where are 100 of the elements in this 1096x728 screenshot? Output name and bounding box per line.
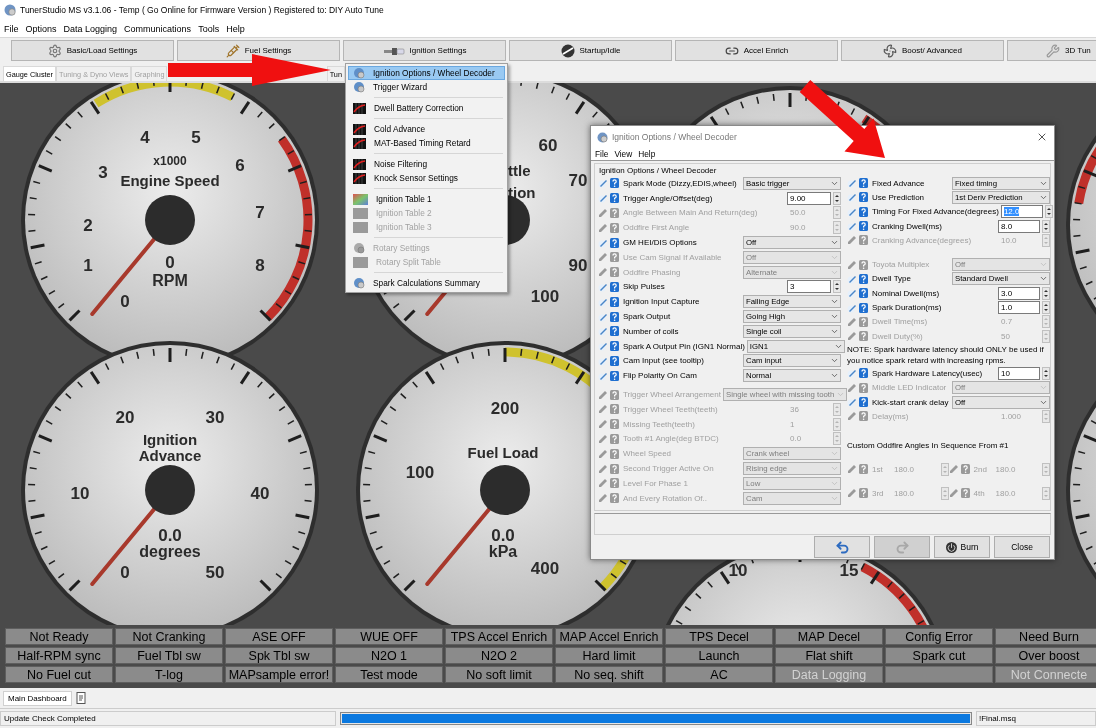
menu-item[interactable]: Spark Calculations Summary xyxy=(348,276,505,290)
close-icon[interactable] xyxy=(1036,131,1048,143)
help-icon[interactable] xyxy=(859,206,868,217)
help-icon[interactable] xyxy=(859,464,868,475)
help-icon[interactable] xyxy=(859,221,868,232)
help-icon[interactable] xyxy=(610,326,619,337)
edit-icon[interactable] xyxy=(598,252,608,263)
help-icon[interactable] xyxy=(610,341,619,352)
help-icon[interactable] xyxy=(859,397,868,407)
edit-icon[interactable] xyxy=(847,192,857,203)
help-icon[interactable] xyxy=(859,273,868,284)
edit-icon[interactable] xyxy=(598,178,608,189)
help-icon[interactable] xyxy=(859,488,868,499)
menu-item[interactable]: Cold Advance xyxy=(348,122,505,136)
edit-icon[interactable] xyxy=(598,341,608,352)
help-icon[interactable] xyxy=(610,252,619,263)
menu-item[interactable]: Help xyxy=(225,22,246,35)
spinner-control[interactable] xyxy=(1042,366,1050,380)
menu-item[interactable]: View xyxy=(613,148,634,160)
edit-icon[interactable] xyxy=(948,464,959,475)
spinner-control[interactable] xyxy=(833,280,841,294)
help-icon[interactable] xyxy=(859,411,868,422)
edit-icon[interactable] xyxy=(598,222,608,233)
toolbar-button[interactable]: Basic/Load Settings xyxy=(11,40,174,61)
edit-icon[interactable] xyxy=(598,478,608,489)
edit-icon[interactable] xyxy=(598,311,608,322)
edit-icon[interactable] xyxy=(948,488,959,499)
edit-icon[interactable] xyxy=(598,370,608,381)
menu-item[interactable]: Ignition Options / Wheel Decoder xyxy=(348,66,505,80)
menu-item[interactable]: Options xyxy=(24,22,58,35)
undo-button[interactable] xyxy=(814,536,870,558)
help-icon[interactable] xyxy=(859,382,868,393)
tab[interactable]: Main Dashboard xyxy=(3,690,72,706)
edit-icon[interactable] xyxy=(598,267,608,278)
help-icon[interactable] xyxy=(859,288,868,299)
edit-icon[interactable] xyxy=(847,259,857,270)
menu-item[interactable]: Ignition Table 1 xyxy=(348,192,505,206)
edit-icon[interactable] xyxy=(598,389,608,400)
number-field[interactable]: 8.0 xyxy=(998,219,1040,233)
help-icon[interactable] xyxy=(610,267,619,278)
help-icon[interactable] xyxy=(610,222,619,233)
help-icon[interactable] xyxy=(610,478,619,489)
burn-button[interactable]: Burn xyxy=(934,536,990,558)
toolbar-button[interactable]: Ignition Settings xyxy=(343,40,506,61)
toolbar-button[interactable]: Boost/ Advanced xyxy=(841,40,1004,61)
help-icon[interactable] xyxy=(859,302,868,313)
number-field[interactable]: 3.0 xyxy=(998,286,1040,300)
number-field[interactable]: 1.0 xyxy=(998,301,1040,314)
edit-icon[interactable] xyxy=(847,331,857,342)
menu-item[interactable]: Dwell Battery Correction xyxy=(348,101,505,115)
toolbar-button[interactable]: Fuel Settings xyxy=(177,40,340,61)
spinner-control[interactable] xyxy=(1044,205,1053,219)
help-icon[interactable] xyxy=(610,463,619,474)
menu-item[interactable]: Trigger Wizard xyxy=(348,80,505,94)
edit-icon[interactable] xyxy=(598,493,608,504)
toolbar-button[interactable]: 3D Tun xyxy=(1007,40,1096,61)
help-icon[interactable] xyxy=(859,368,868,379)
edit-icon[interactable] xyxy=(598,404,608,415)
edit-icon[interactable] xyxy=(598,463,608,474)
menu-item[interactable]: File xyxy=(594,148,610,160)
edit-icon[interactable] xyxy=(598,448,608,459)
edit-icon[interactable] xyxy=(598,355,608,366)
document-icon[interactable] xyxy=(75,692,87,704)
edit-icon[interactable] xyxy=(847,397,857,407)
number-field[interactable]: 3 xyxy=(787,280,831,294)
help-icon[interactable] xyxy=(610,281,619,292)
toolbar-button[interactable]: Startup/Idle xyxy=(509,40,672,61)
edit-icon[interactable] xyxy=(598,296,608,307)
help-icon[interactable] xyxy=(859,259,868,270)
edit-icon[interactable] xyxy=(847,273,857,284)
edit-icon[interactable] xyxy=(847,221,857,232)
menu-item[interactable]: Noise Filtering xyxy=(348,157,505,171)
help-icon[interactable] xyxy=(610,404,619,415)
spinner-control[interactable] xyxy=(833,191,841,205)
help-icon[interactable] xyxy=(960,488,970,499)
help-icon[interactable] xyxy=(610,448,619,459)
edit-icon[interactable] xyxy=(847,368,857,379)
number-field[interactable]: 10 xyxy=(998,366,1040,380)
edit-icon[interactable] xyxy=(598,433,608,444)
menu-item[interactable]: Tools xyxy=(197,22,221,35)
help-icon[interactable] xyxy=(610,178,619,189)
edit-icon[interactable] xyxy=(598,326,608,337)
help-icon[interactable] xyxy=(610,389,619,400)
edit-icon[interactable] xyxy=(847,316,857,327)
help-icon[interactable] xyxy=(610,311,619,322)
help-icon[interactable] xyxy=(610,433,619,444)
edit-icon[interactable] xyxy=(598,193,608,204)
close-button[interactable]: Close xyxy=(994,536,1050,558)
help-icon[interactable] xyxy=(859,331,868,342)
help-icon[interactable] xyxy=(610,237,619,248)
help-icon[interactable] xyxy=(610,493,619,504)
number-field[interactable]: 9.00 xyxy=(787,191,831,205)
edit-icon[interactable] xyxy=(598,281,608,292)
menu-item[interactable]: Help xyxy=(637,148,657,160)
edit-icon[interactable] xyxy=(847,382,857,393)
edit-icon[interactable] xyxy=(847,288,857,299)
menu-item[interactable]: Communications xyxy=(123,22,193,35)
edit-icon[interactable] xyxy=(847,302,857,313)
edit-icon[interactable] xyxy=(847,411,857,422)
menu-item[interactable]: File xyxy=(3,22,20,35)
